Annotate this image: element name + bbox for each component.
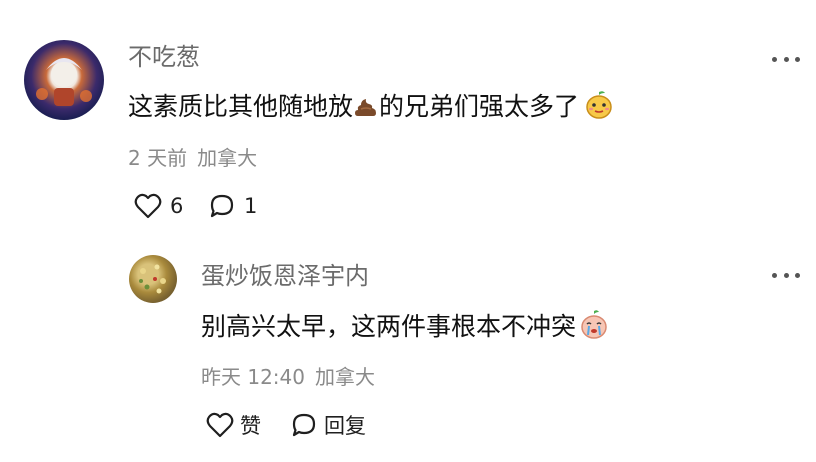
mango-emoji-icon — [583, 88, 615, 129]
reply-meta: 昨天 12:40 加拿大 — [201, 364, 375, 390]
avatar-art-icon — [36, 58, 92, 106]
reply-time: 昨天 12:40 — [201, 365, 305, 389]
comment-bubble-icon — [210, 194, 234, 218]
reply-count-button[interactable]: 1 — [208, 193, 257, 219]
reply-like-label: 赞 — [240, 414, 261, 438]
replier-avatar[interactable] — [129, 255, 177, 303]
reply-text: 别高兴太早，这两件事根本不冲突 — [201, 308, 610, 349]
comment-time: 2 天前 — [128, 146, 188, 170]
fried-rice-icon — [139, 264, 166, 294]
like-count: 6 — [170, 194, 184, 218]
reply-like-button[interactable]: 赞 — [206, 410, 261, 440]
heart-icon — [206, 412, 234, 438]
commenter-avatar[interactable] — [24, 40, 104, 120]
reply-to-reply-button[interactable]: 回复 — [290, 410, 366, 440]
comment-location: 加拿大 — [197, 146, 258, 170]
crying-peach-emoji-icon — [578, 308, 610, 349]
poop-emoji-icon — [353, 94, 379, 129]
comment-meta: 2 天前 加拿大 — [128, 145, 257, 171]
reply-count: 1 — [244, 194, 258, 218]
more-options-icon[interactable] — [772, 54, 800, 64]
comment-bubble-icon — [292, 413, 316, 437]
comment-text-part1: 这素质比其他随地放 — [128, 92, 354, 121]
comment-text-part2: 的兄弟们强太多了 — [379, 92, 580, 121]
commenter-username[interactable]: 不吃葱 — [128, 42, 200, 72]
like-button[interactable]: 6 — [134, 193, 183, 219]
replier-username[interactable]: 蛋炒饭恩泽宇内 — [201, 261, 369, 291]
reply-more-options-icon[interactable] — [772, 270, 800, 280]
reply-location: 加拿大 — [315, 365, 375, 389]
reply-text-body: 别高兴太早，这两件事根本不冲突 — [201, 312, 577, 341]
comment-text: 这素质比其他随地放 的兄弟们强太多了 — [128, 88, 615, 129]
heart-icon — [134, 193, 162, 219]
reply-action-label: 回复 — [324, 414, 366, 438]
